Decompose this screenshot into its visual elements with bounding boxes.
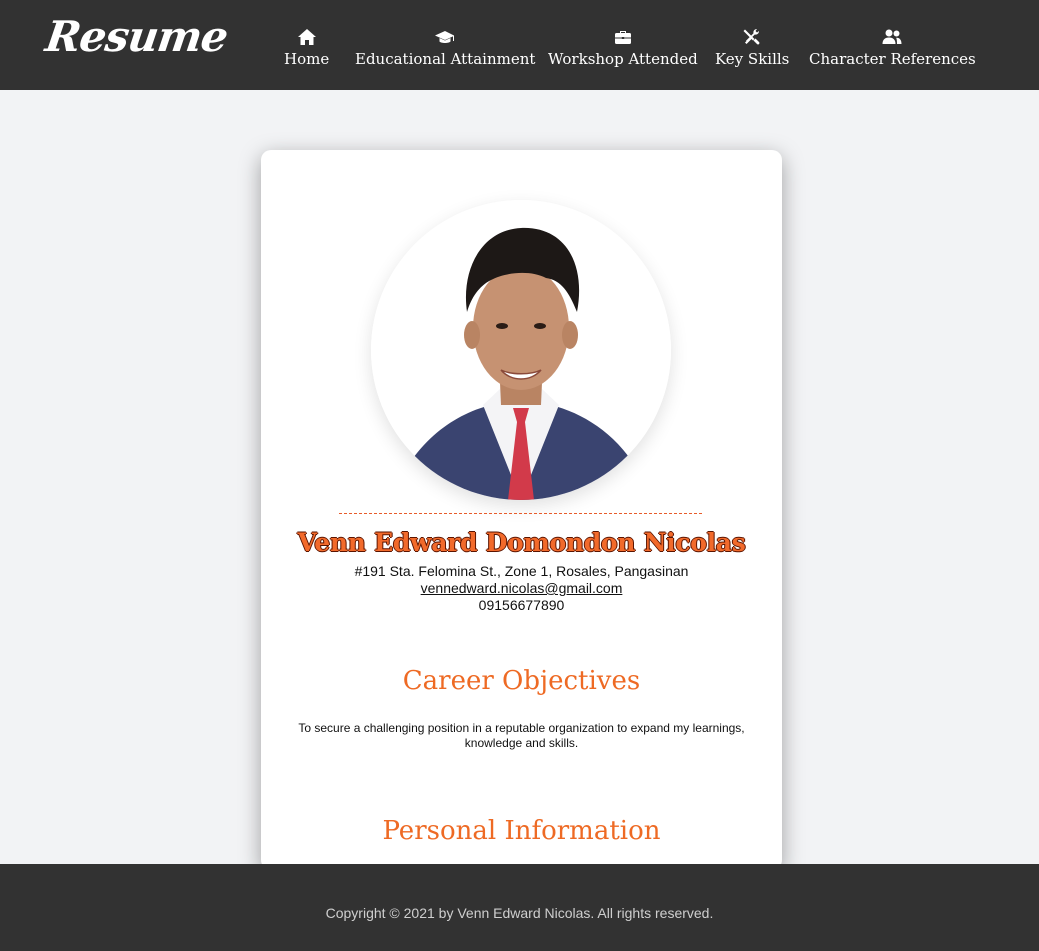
profile-name: Venn Edward Domondon Nicolas [297, 528, 746, 557]
copyright-text: Copyright © 2021 by Venn Edward Nicolas.… [325, 905, 714, 921]
profile-photo [371, 200, 671, 500]
nav-label-workshop-attended: Workshop Attended [548, 50, 698, 68]
main-nav: Home Educational Attainment Workshop Att… [0, 28, 1039, 78]
name-divider [339, 513, 702, 514]
email-link[interactable]: vennedward.nicolas@gmail.com [421, 580, 623, 596]
nav-item-educational-attainment[interactable]: Educational Attainment [355, 28, 535, 68]
profile-address: #191 Sta. Felomina St., Zone 1, Rosales,… [354, 563, 689, 579]
nav-item-workshop-attended[interactable]: Workshop Attended [548, 28, 698, 68]
profile-email: vennedward.nicolas@gmail.com [261, 580, 782, 596]
nav-item-character-references[interactable]: Character References [809, 28, 976, 68]
users-icon [882, 29, 902, 44]
profile-phone: 09156677890 [478, 597, 565, 613]
home-icon [297, 29, 316, 45]
tools-icon [743, 29, 760, 45]
top-navbar: Resume Home Educational Attainment Works… [0, 0, 1039, 90]
career-objectives-heading: Career Objectives [402, 666, 641, 696]
nav-item-key-skills[interactable]: Key Skills [715, 28, 789, 68]
nav-label-educational-attainment: Educational Attainment [355, 50, 536, 68]
profile-portrait-illustration [371, 200, 671, 500]
nav-label-home: Home [284, 50, 330, 68]
resume-card: Venn Edward Domondon Nicolas #191 Sta. F… [261, 150, 782, 870]
nav-item-home[interactable]: Home [284, 28, 329, 68]
footer: Copyright © 2021 by Venn Edward Nicolas.… [0, 864, 1039, 951]
nav-label-character-references: Character References [809, 50, 976, 68]
nav-label-key-skills: Key Skills [715, 50, 790, 68]
graduation-cap-icon [435, 31, 455, 43]
briefcase-icon [614, 31, 631, 44]
career-objective-text: To secure a challenging position in a re… [298, 721, 745, 750]
personal-information-heading: Personal Information [382, 816, 661, 846]
